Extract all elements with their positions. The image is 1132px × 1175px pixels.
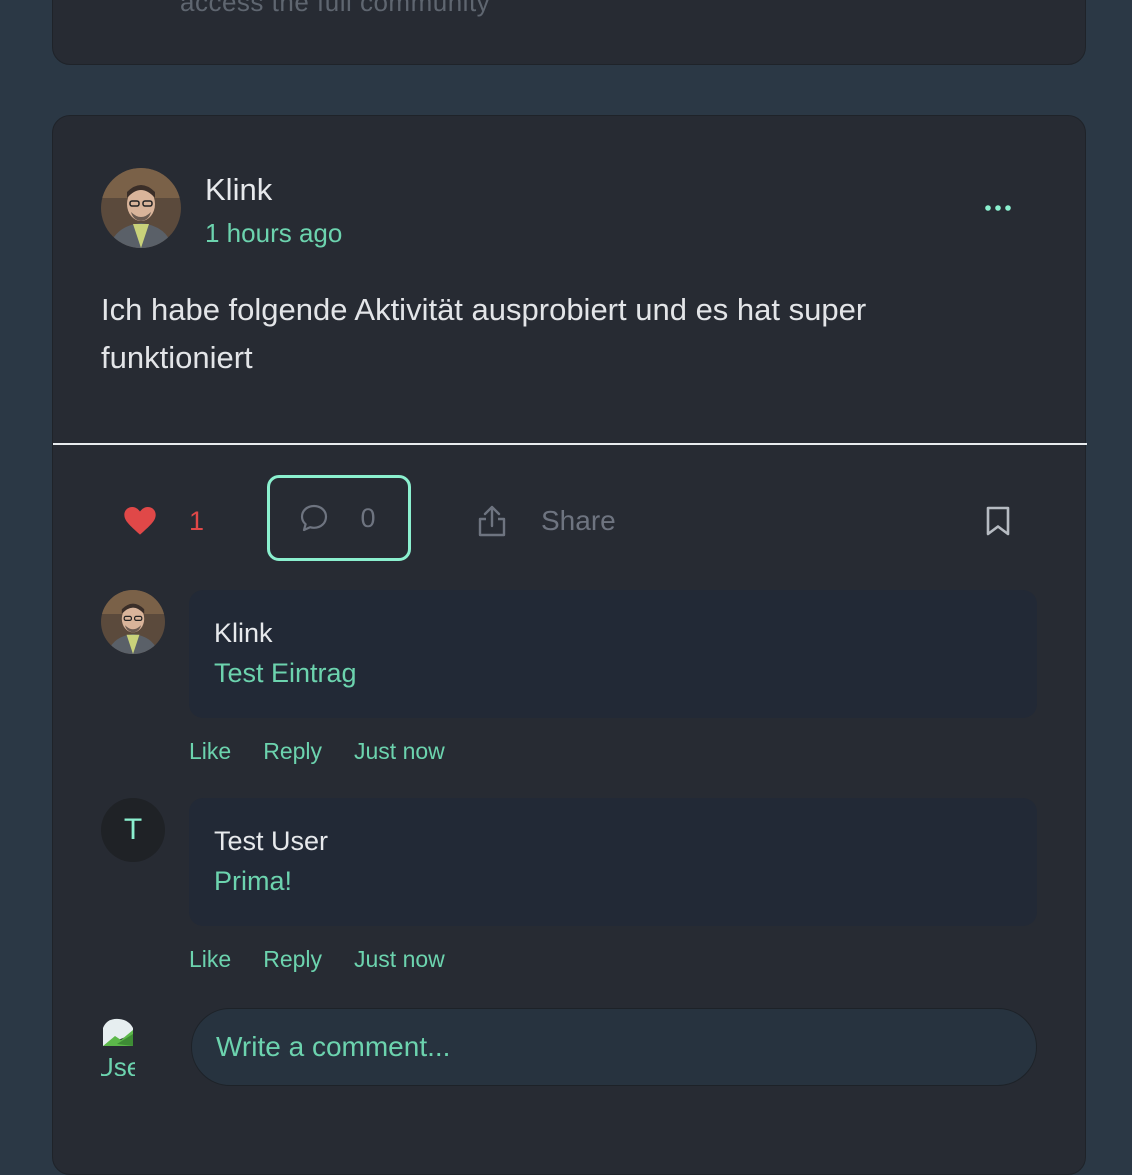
- more-options-button[interactable]: [973, 188, 1023, 228]
- post-author-name[interactable]: Klink: [205, 172, 272, 208]
- comment-author[interactable]: Test User: [214, 826, 328, 857]
- comment-count: 0: [360, 502, 376, 533]
- bookmark-button[interactable]: [985, 499, 1011, 543]
- divider: [53, 443, 1087, 445]
- share-label: Share: [541, 505, 616, 536]
- share-icon: [478, 505, 506, 537]
- avatar-alt-text: User: [101, 1052, 135, 1076]
- bookmark-icon: [986, 506, 1010, 536]
- comment-reply-link[interactable]: Reply: [263, 946, 322, 973]
- post-timestamp: 1 hours ago: [205, 218, 343, 248]
- share-button[interactable]: Share: [477, 496, 616, 546]
- heart-icon: [124, 506, 156, 535]
- comment-actions: Like Reply Just now: [189, 946, 477, 973]
- comment-button[interactable]: 0: [267, 475, 411, 561]
- comment-bubble: Klink Test Eintrag: [189, 590, 1037, 718]
- more-dots-icon: [985, 205, 1011, 211]
- comment-timestamp: Just now: [354, 946, 445, 972]
- previous-post-card: access the full community: [52, 0, 1086, 65]
- like-button[interactable]: 1: [123, 496, 204, 546]
- author-avatar[interactable]: [101, 168, 181, 248]
- comment-actions: Like Reply Just now: [189, 738, 477, 765]
- comment-text: Test Eintrag: [214, 658, 357, 688]
- previous-post-text: access the full community: [180, 0, 491, 17]
- comment-text: Prima!: [214, 866, 293, 896]
- avatar-letter: T: [123, 813, 143, 846]
- comment-bubble: Test User Prima!: [189, 798, 1037, 926]
- comment-avatar[interactable]: [101, 590, 165, 654]
- post-card: Klink 1 hours ago Ich habe folgende Akti…: [52, 115, 1087, 1175]
- comment-like-link[interactable]: Like: [189, 738, 231, 765]
- comment-input[interactable]: [191, 1008, 1037, 1086]
- comment-reply-link[interactable]: Reply: [263, 738, 322, 765]
- like-count: 1: [189, 505, 205, 536]
- comment-bubble-icon: [301, 504, 328, 532]
- post-body: Ich habe folgende Aktivität ausprobiert …: [101, 292, 867, 375]
- broken-image-icon: [103, 1018, 133, 1046]
- comment-like-link[interactable]: Like: [189, 946, 231, 973]
- comment-author[interactable]: Klink: [214, 618, 273, 649]
- comment-avatar-letter[interactable]: T: [101, 798, 165, 862]
- comment-timestamp: Just now: [354, 738, 445, 764]
- current-user-avatar: User: [101, 1016, 135, 1076]
